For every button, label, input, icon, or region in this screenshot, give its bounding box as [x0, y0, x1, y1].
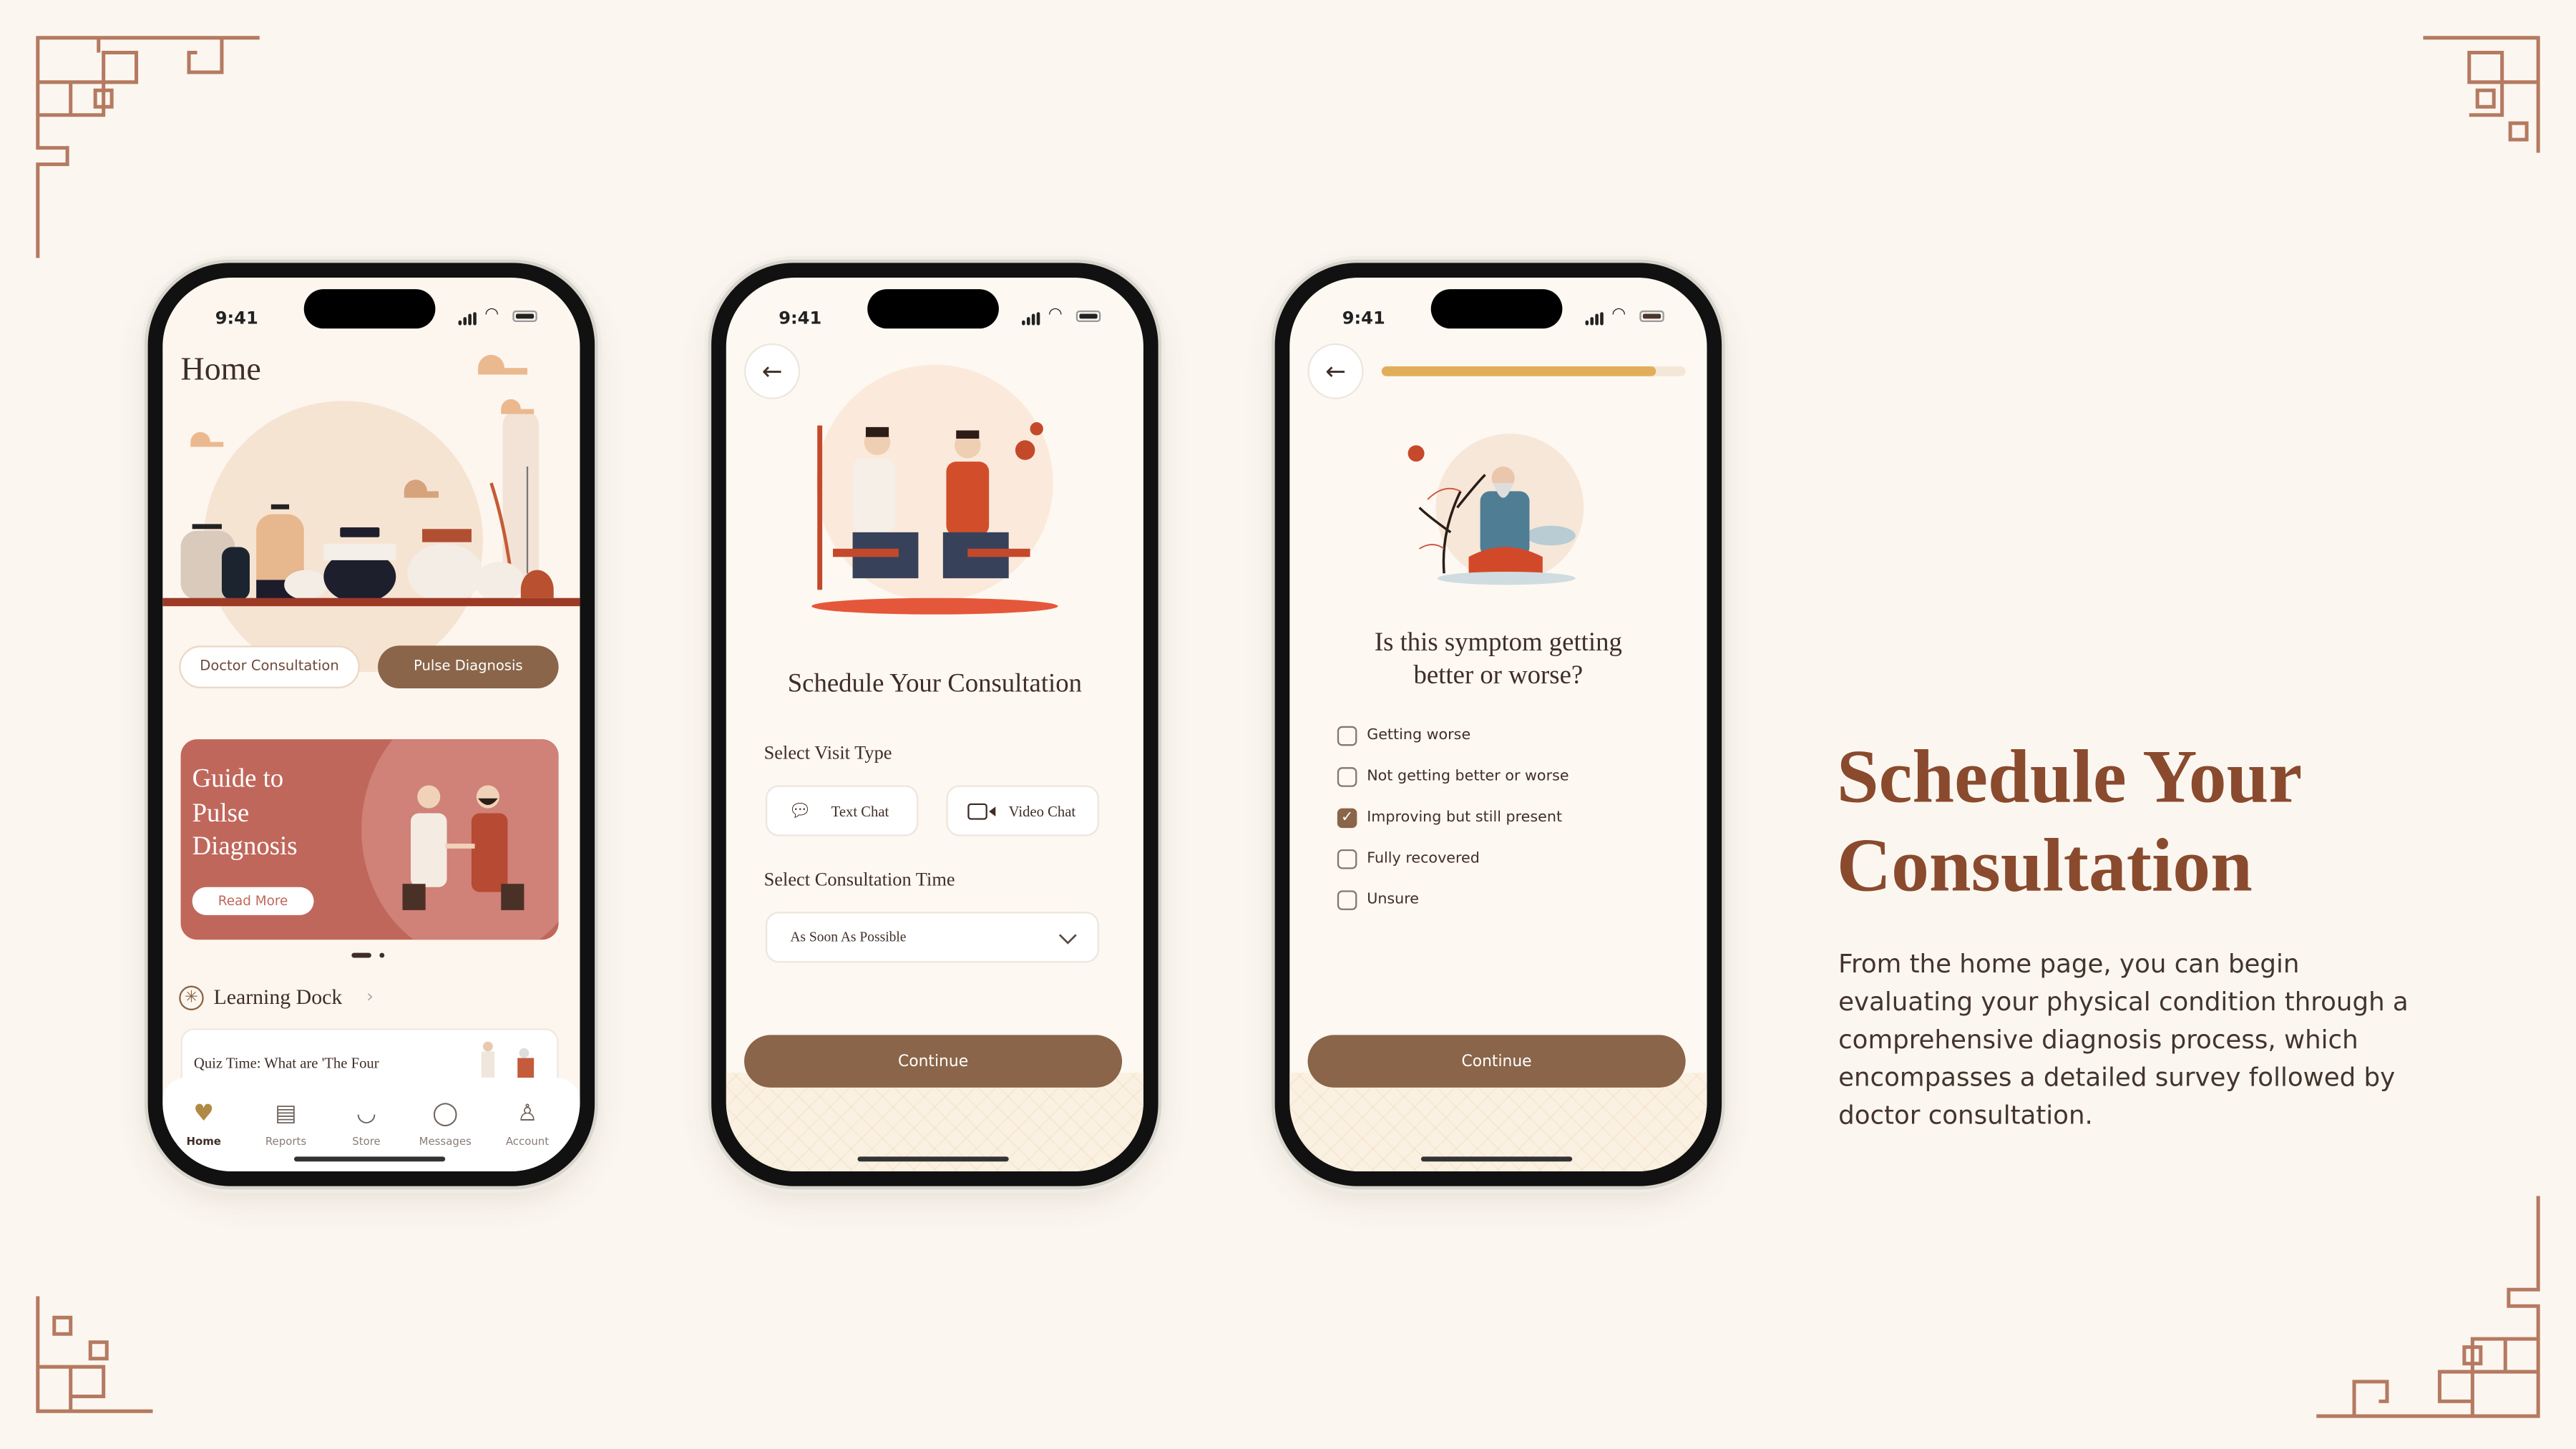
survey-option[interactable]: Fully recovered	[1337, 849, 1480, 869]
text-chat-option[interactable]: 💬︎ Text Chat	[765, 785, 919, 836]
wifi-icon: ◠	[484, 306, 499, 324]
phone-survey: 9:41 ◠ ← Is this symptom getting better …	[1274, 263, 1722, 1186]
status-time: 9:41	[779, 308, 822, 329]
chip-doctor-consultation[interactable]: Doctor Consultation	[179, 645, 360, 688]
carousel-dot[interactable]	[379, 952, 385, 958]
banner-title-line: Guide to	[192, 765, 284, 794]
corner-ornament-top-right	[2423, 36, 2540, 153]
back-button[interactable]: ←	[1307, 343, 1364, 399]
option-label: Text Chat	[831, 802, 889, 819]
video-chat-option[interactable]: Video Chat	[946, 785, 1099, 836]
status-time: 9:41	[215, 308, 258, 329]
dynamic-island	[867, 289, 999, 329]
progress-fill	[1381, 366, 1656, 376]
status-time: 9:41	[1342, 308, 1385, 329]
checkbox[interactable]	[1337, 890, 1357, 910]
survey-option[interactable]: Getting worse	[1337, 726, 1470, 746]
heart-pulse-icon: ♥	[193, 1101, 215, 1127]
guide-banner[interactable]: Guide to Pulse Diagnosis Read More	[180, 739, 559, 940]
tab-reports[interactable]: ▤ Reports	[245, 1101, 327, 1148]
battery-icon	[1639, 310, 1664, 322]
battery-icon	[512, 310, 537, 322]
slide-title: Schedule Your Consultation	[1837, 733, 2302, 910]
option-label: Improving but still present	[1367, 809, 1563, 826]
checkbox[interactable]	[1337, 849, 1357, 869]
section-title[interactable]: Learning Dock	[213, 984, 342, 1010]
slide-title-line: Schedule Your	[1836, 734, 2303, 819]
video-camera-icon	[967, 802, 996, 819]
screen-title: Schedule Your Consultation	[787, 670, 1082, 698]
learning-dock-icon: ✳	[179, 985, 204, 1010]
carousel-dot-active[interactable]	[351, 952, 371, 958]
banner-title-line: Pulse	[192, 799, 250, 827]
slide-title-line: Consultation	[1836, 823, 2253, 907]
survey-option[interactable]: Not getting better or worse	[1337, 767, 1569, 787]
chat-dots-icon: 💬︎	[789, 800, 812, 821]
dynamic-island	[1430, 289, 1563, 329]
battery-icon	[1075, 310, 1101, 322]
question-line: Is this symptom getting	[1374, 629, 1622, 658]
corner-ornament-top-left	[36, 36, 260, 258]
signal-icon	[458, 312, 477, 326]
visit-type-label: Select Visit Type	[763, 744, 892, 764]
checkbox-checked[interactable]: ✓	[1337, 808, 1357, 829]
clipboard-icon: ▤	[275, 1101, 297, 1127]
user-icon: ♙	[517, 1101, 538, 1127]
chevron-down-icon	[1058, 934, 1077, 945]
survey-option[interactable]: ✓ Improving but still present	[1337, 808, 1563, 829]
checkbox[interactable]	[1337, 767, 1357, 787]
apothecary-shelf-illustration	[162, 354, 580, 673]
phone-home: 9:41 ◠ Home Doctor Consultation Pulse Di…	[147, 263, 595, 1186]
tab-label: Home	[186, 1135, 221, 1148]
signal-icon	[1022, 312, 1040, 326]
consultation-time-select[interactable]: As Soon As Possible	[765, 912, 1099, 963]
survey-option[interactable]: Unsure	[1337, 890, 1419, 910]
question-line: better or worse?	[1413, 662, 1584, 691]
option-label: Getting worse	[1367, 728, 1471, 745]
banner-title-line: Diagnosis	[192, 833, 298, 862]
survey-progress-bar	[1381, 366, 1686, 376]
chat-bubbles-icon: ◯	[432, 1101, 459, 1127]
checkbox[interactable]	[1337, 726, 1357, 746]
option-label: Video Chat	[1008, 802, 1076, 819]
option-label: Not getting better or worse	[1367, 769, 1569, 786]
home-indicator	[293, 1156, 446, 1162]
tab-account[interactable]: ♙ Account	[487, 1101, 569, 1148]
option-label: Fully recovered	[1367, 851, 1480, 868]
tab-label: Reports	[265, 1135, 307, 1148]
dynamic-island	[303, 289, 436, 329]
corner-ornament-bottom-right	[2316, 1196, 2540, 1418]
home-indicator	[857, 1156, 1009, 1162]
chevron-right-icon[interactable]: ›	[366, 986, 374, 1008]
arrow-left-icon: ←	[1325, 356, 1346, 386]
tab-messages[interactable]: ◯ Messages	[404, 1101, 487, 1148]
option-label: Unsure	[1367, 892, 1420, 909]
presentation-slide: 9:41 ◠ Home Doctor Consultation Pulse Di…	[0, 0, 2576, 1449]
tab-label: Account	[505, 1135, 550, 1148]
banner-title: Guide to Pulse Diagnosis	[192, 764, 298, 865]
slide-description: From the home page, you can begin evalua…	[1838, 950, 2409, 1131]
home-indicator	[1420, 1156, 1573, 1162]
wifi-icon: ◠	[1048, 306, 1063, 324]
phone-schedule: 9:41 ◠ ← Schedule Your Consultation Sele…	[711, 263, 1158, 1186]
wifi-icon: ◠	[1611, 306, 1626, 324]
mortar-pestle-icon: ◡	[356, 1101, 377, 1127]
chip-pulse-diagnosis[interactable]: Pulse Diagnosis	[378, 645, 559, 688]
consultation-illustration	[811, 364, 1058, 615]
read-more-button[interactable]: Read More	[192, 887, 314, 915]
pulse-diagnosis-illustration	[361, 739, 559, 940]
continue-button[interactable]: Continue	[1307, 1035, 1686, 1088]
tab-label: Store	[352, 1135, 381, 1148]
signal-icon	[1585, 312, 1604, 326]
survey-question: Is this symptom getting better or worse?	[1289, 628, 1707, 693]
corner-ornament-bottom-left	[36, 1296, 153, 1413]
consultation-time-label: Select Consultation Time	[763, 870, 955, 891]
tab-label: Messages	[419, 1135, 472, 1148]
tab-home[interactable]: ♥ Home	[162, 1101, 245, 1148]
arrow-left-icon: ←	[761, 356, 783, 386]
tab-store[interactable]: ◡ Store	[326, 1101, 408, 1148]
continue-button[interactable]: Continue	[744, 1035, 1123, 1088]
sage-illustration	[1407, 434, 1584, 585]
select-value: As Soon As Possible	[790, 928, 907, 945]
